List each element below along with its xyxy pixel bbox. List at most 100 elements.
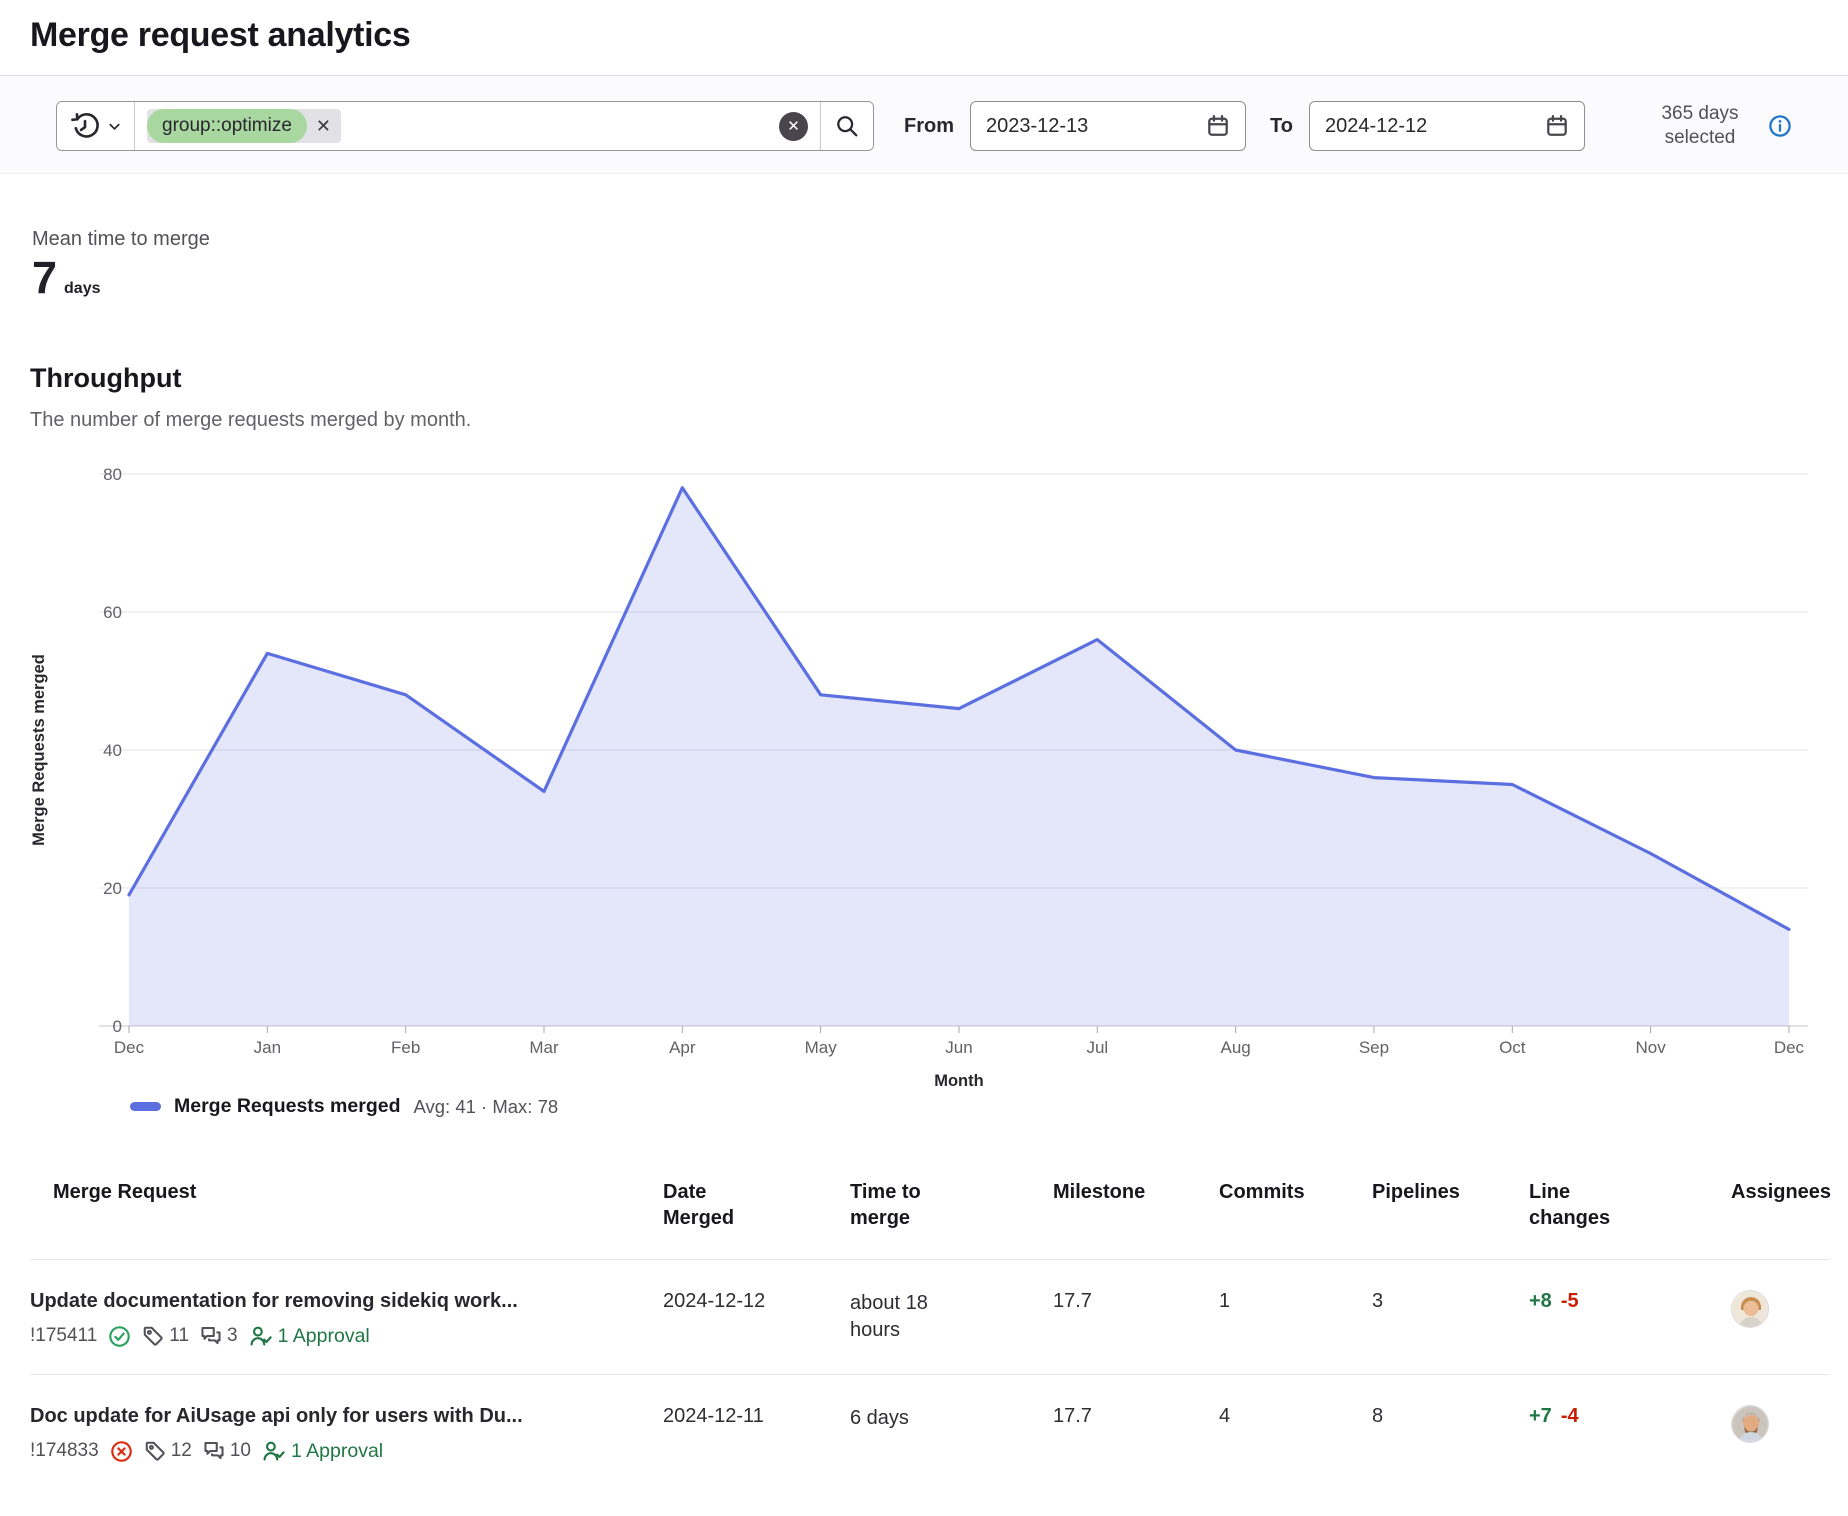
- search-input[interactable]: group::optimize ✕ ✕: [135, 102, 820, 150]
- comments-icon: [203, 1440, 225, 1462]
- comments-count-group: 10: [203, 1440, 251, 1462]
- deletions: -4: [1561, 1405, 1579, 1427]
- svg-text:Dec: Dec: [114, 1038, 145, 1057]
- svg-text:40: 40: [103, 741, 122, 760]
- labels-count: 11: [169, 1325, 189, 1347]
- legend-swatch: [130, 1102, 161, 1111]
- col-header-time-to-merge: Time to merge: [850, 1157, 1053, 1259]
- assignee-avatar[interactable]: [1731, 1405, 1769, 1443]
- commits-cell: 1: [1219, 1260, 1372, 1374]
- mr-id: !175411: [30, 1325, 97, 1347]
- filter-token[interactable]: group::optimize ✕: [147, 109, 341, 143]
- throughput-heading: Throughput: [30, 363, 1848, 394]
- tag-icon: [142, 1325, 164, 1347]
- svg-text:Month: Month: [934, 1072, 983, 1090]
- col-header-pipelines: Pipelines: [1372, 1157, 1529, 1259]
- col-header-assignees: Assignees: [1731, 1157, 1831, 1259]
- page-header: Merge request analytics: [0, 0, 1848, 75]
- svg-text:Merge Requests merged: Merge Requests merged: [30, 654, 48, 846]
- table-header-row: Merge Request Date Merged Time to merge …: [30, 1157, 1830, 1260]
- assignee-avatar[interactable]: [1731, 1290, 1769, 1328]
- labels-count-group: 12: [144, 1440, 192, 1462]
- additions: +8: [1529, 1290, 1552, 1312]
- token-close-icon[interactable]: ✕: [316, 117, 331, 135]
- mr-title-link[interactable]: Update documentation for removing sideki…: [30, 1290, 663, 1313]
- svg-text:Jun: Jun: [945, 1038, 972, 1057]
- svg-text:Jul: Jul: [1086, 1038, 1108, 1057]
- history-icon: [70, 111, 100, 141]
- throughput-chart-svg: 806040200DecJanFebMarAprMayJunJulAugSepO…: [30, 436, 1812, 1091]
- to-date-value: 2024-12-12: [1325, 115, 1427, 138]
- from-date-input[interactable]: 2023-12-13: [970, 101, 1246, 151]
- person-check-icon: [249, 1325, 272, 1348]
- approvals-group: 1 Approval: [262, 1440, 383, 1463]
- svg-text:Sep: Sep: [1359, 1038, 1389, 1057]
- clear-search-button[interactable]: ✕: [779, 112, 808, 141]
- col-header-commits: Commits: [1219, 1157, 1372, 1259]
- col-header-date-merged: Date Merged: [663, 1157, 850, 1259]
- comments-count-group: 3: [200, 1325, 238, 1347]
- col-header-milestone: Milestone: [1053, 1157, 1219, 1259]
- line-changes-cell: +8 -5: [1529, 1260, 1731, 1374]
- assignees-cell: [1731, 1375, 1830, 1489]
- milestone-cell: 17.7: [1053, 1260, 1219, 1374]
- col-header-line-changes: Line changes: [1529, 1157, 1731, 1259]
- merge-request-table: Merge Request Date Merged Time to merge …: [30, 1157, 1830, 1489]
- chart-legend: Merge Requests merged Avg: 41 · Max: 78: [130, 1091, 1848, 1123]
- comments-icon: [200, 1325, 222, 1347]
- days-selected-wrap: 365 days selected: [1644, 102, 1792, 150]
- person-check-icon: [262, 1440, 285, 1463]
- throughput-subtitle: The number of merge requests merged by m…: [30, 409, 1848, 432]
- labels-count-group: 11: [142, 1325, 189, 1347]
- approvals-count: 1 Approval: [278, 1325, 370, 1348]
- filter-bar: group::optimize ✕ ✕ From 2023-12-13 To 2…: [0, 75, 1848, 174]
- search-icon: [835, 114, 859, 138]
- svg-text:Feb: Feb: [391, 1038, 420, 1057]
- legend-label: Merge Requests merged: [174, 1095, 401, 1118]
- search-history-button[interactable]: [57, 102, 135, 150]
- page-title: Merge request analytics: [30, 16, 1818, 55]
- chevron-down-icon: [107, 119, 122, 134]
- svg-text:60: 60: [103, 603, 122, 622]
- svg-text:Mar: Mar: [529, 1038, 559, 1057]
- calendar-icon: [1206, 114, 1230, 138]
- deletions: -5: [1561, 1290, 1579, 1312]
- mean-time-stat: Mean time to merge 7 days: [32, 228, 1848, 303]
- to-label: To: [1270, 115, 1293, 138]
- approvals-count: 1 Approval: [291, 1440, 383, 1463]
- throughput-chart: 806040200DecJanFebMarAprMayJunJulAugSepO…: [30, 436, 1812, 1091]
- days-selected-text: 365 days selected: [1644, 102, 1756, 150]
- from-date-value: 2023-12-13: [986, 115, 1088, 138]
- mean-time-unit: days: [64, 280, 100, 298]
- mr-title-link[interactable]: Doc update for AiUsage api only for user…: [30, 1405, 663, 1428]
- mean-time-value: 7: [32, 253, 57, 303]
- info-icon[interactable]: [1768, 114, 1792, 138]
- assignees-cell: [1731, 1260, 1830, 1374]
- x-circle-icon[interactable]: [110, 1440, 133, 1463]
- comments-count: 3: [227, 1325, 238, 1347]
- svg-text:Dec: Dec: [1774, 1038, 1805, 1057]
- mr-id: !174833: [30, 1440, 99, 1462]
- pipelines-cell: 8: [1372, 1375, 1529, 1489]
- comments-count: 10: [230, 1440, 251, 1462]
- filtered-search: group::optimize ✕ ✕: [56, 101, 874, 151]
- milestone-cell: 17.7: [1053, 1375, 1219, 1489]
- check-circle-icon[interactable]: [108, 1325, 131, 1348]
- svg-text:Nov: Nov: [1636, 1038, 1667, 1057]
- svg-text:Apr: Apr: [669, 1038, 696, 1057]
- pipelines-cell: 3: [1372, 1260, 1529, 1374]
- date-merged-cell: 2024-12-11: [663, 1375, 850, 1489]
- col-header-merge-request: Merge Request: [30, 1157, 663, 1259]
- additions: +7: [1529, 1405, 1552, 1427]
- date-merged-cell: 2024-12-12: [663, 1260, 850, 1374]
- to-date-input[interactable]: 2024-12-12: [1309, 101, 1585, 151]
- svg-text:20: 20: [103, 879, 122, 898]
- tag-icon: [144, 1440, 166, 1462]
- search-button[interactable]: [820, 102, 873, 150]
- svg-text:Oct: Oct: [1499, 1038, 1526, 1057]
- approvals-group: 1 Approval: [249, 1325, 370, 1348]
- time-to-merge-cell: about 18 hours: [850, 1260, 1053, 1374]
- table-row: Doc update for AiUsage api only for user…: [30, 1375, 1830, 1489]
- table-row: Update documentation for removing sideki…: [30, 1260, 1830, 1375]
- time-to-merge-cell: 6 days: [850, 1375, 1053, 1489]
